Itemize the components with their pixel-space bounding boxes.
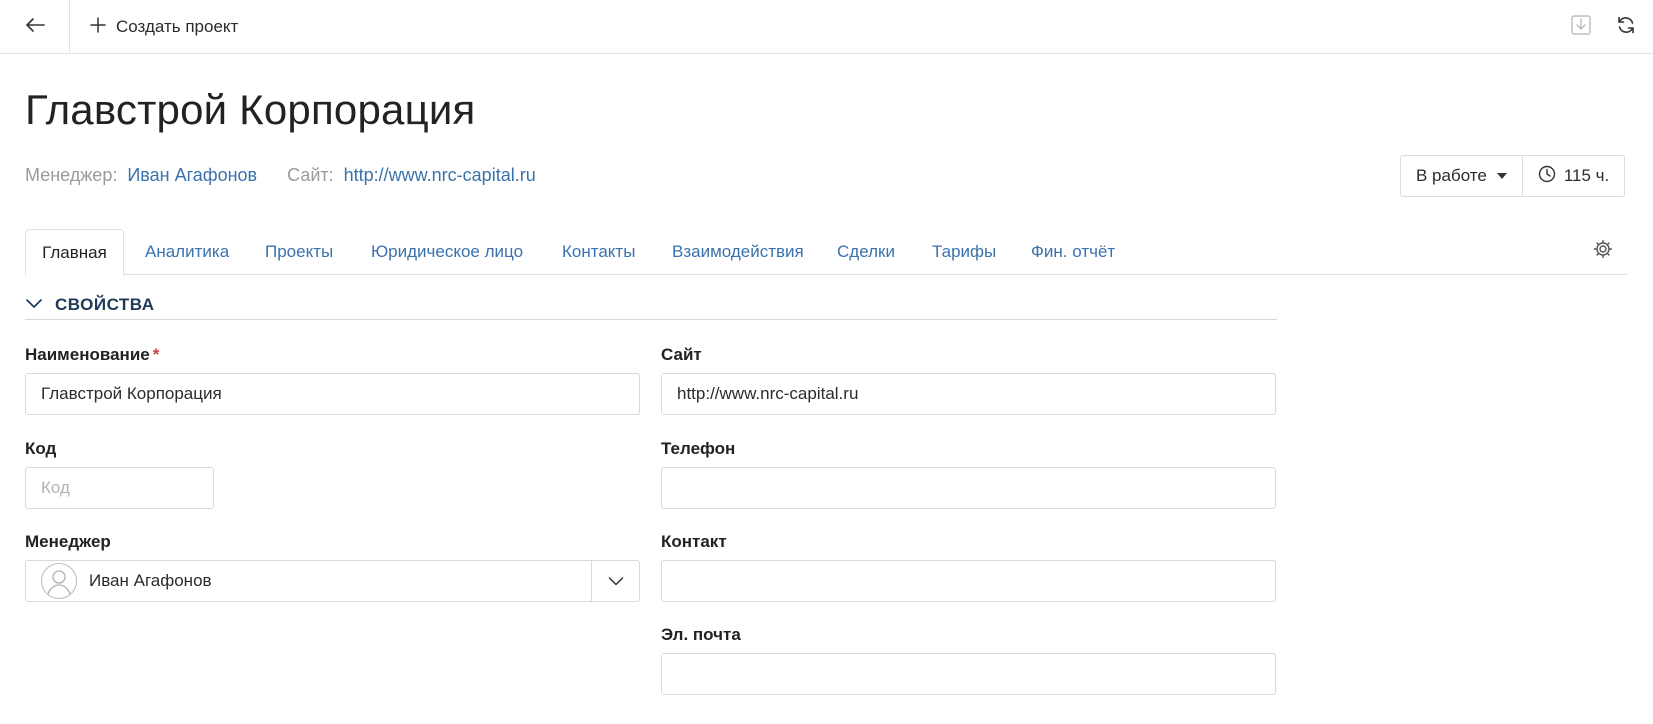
tab-settings-button[interactable] (1590, 238, 1616, 264)
tab-bar: Главная Аналитика Проекты Юридическое ли… (25, 229, 1627, 276)
refresh-button[interactable] (1613, 14, 1639, 40)
manager-field-label: Менеджер (25, 532, 111, 551)
back-button[interactable] (0, 0, 70, 54)
site-meta-label: Сайт: (287, 165, 334, 185)
manager-select[interactable]: Иван Агафонов (25, 560, 640, 602)
required-mark: * (152, 345, 160, 364)
project-meta: Менеджер: Иван Агафонов Сайт: http://www… (25, 165, 536, 186)
export-button[interactable] (1568, 14, 1594, 40)
tab-deals[interactable]: Сделки (837, 229, 895, 275)
manager-select-toggle[interactable] (591, 561, 639, 601)
tab-legal-entity[interactable]: Юридическое лицо (371, 229, 523, 275)
name-field-label: Наименование * (25, 345, 160, 364)
gear-icon (1593, 239, 1613, 264)
tab-interactions[interactable]: Взаимодействия (672, 229, 804, 275)
section-title: СВОЙСТВА (55, 294, 155, 314)
contact-field-label: Контакт (661, 532, 727, 551)
tab-fin-report[interactable]: Фин. отчёт (1031, 229, 1115, 275)
create-project-button[interactable]: Создать проект (90, 0, 238, 54)
arrow-left-icon (25, 17, 45, 38)
site-link[interactable]: http://www.nrc-capital.ru (344, 165, 536, 186)
chevron-down-icon (25, 296, 43, 314)
manager-link[interactable]: Иван Агафонов (127, 165, 257, 186)
tab-projects[interactable]: Проекты (265, 229, 333, 275)
contact-field[interactable] (661, 560, 1276, 602)
caret-down-icon (1496, 173, 1507, 179)
phone-field[interactable] (661, 467, 1276, 509)
email-field[interactable] (661, 653, 1276, 695)
code-field-label: Код (25, 439, 57, 458)
page-title: Главстрой Корпорация (25, 86, 476, 133)
name-field[interactable]: Главстрой Корпорация (25, 373, 640, 415)
status-group: В работе 115 ч. (1400, 155, 1626, 197)
hours-button[interactable]: 115 ч. (1521, 156, 1624, 196)
download-icon (1570, 14, 1592, 41)
manager-select-value: Иван Агафонов (89, 571, 212, 590)
site-field-label: Сайт (661, 345, 702, 364)
status-dropdown[interactable]: В работе (1401, 156, 1522, 196)
status-label: В работе (1416, 166, 1487, 185)
site-field[interactable]: http://www.nrc-capital.ru (661, 373, 1276, 415)
refresh-icon (1616, 15, 1636, 40)
tab-main[interactable]: Главная (25, 229, 124, 276)
phone-field-label: Телефон (661, 439, 736, 458)
plus-icon (90, 16, 106, 38)
create-project-label: Создать проект (116, 17, 239, 36)
top-toolbar: Создать проект (0, 0, 1653, 54)
tab-analytics[interactable]: Аналитика (145, 229, 229, 275)
code-field[interactable]: Код (25, 467, 214, 509)
avatar (41, 563, 77, 599)
chevron-down-icon (608, 571, 624, 591)
properties-section-header[interactable]: СВОЙСТВА (25, 290, 1277, 320)
tab-contacts[interactable]: Контакты (562, 229, 635, 275)
email-field-label: Эл. почта (661, 625, 741, 644)
clock-icon (1538, 165, 1556, 188)
manager-meta-label: Менеджер: (25, 165, 118, 185)
tab-tariffs[interactable]: Тарифы (932, 229, 996, 275)
hours-label: 115 ч. (1563, 166, 1610, 185)
